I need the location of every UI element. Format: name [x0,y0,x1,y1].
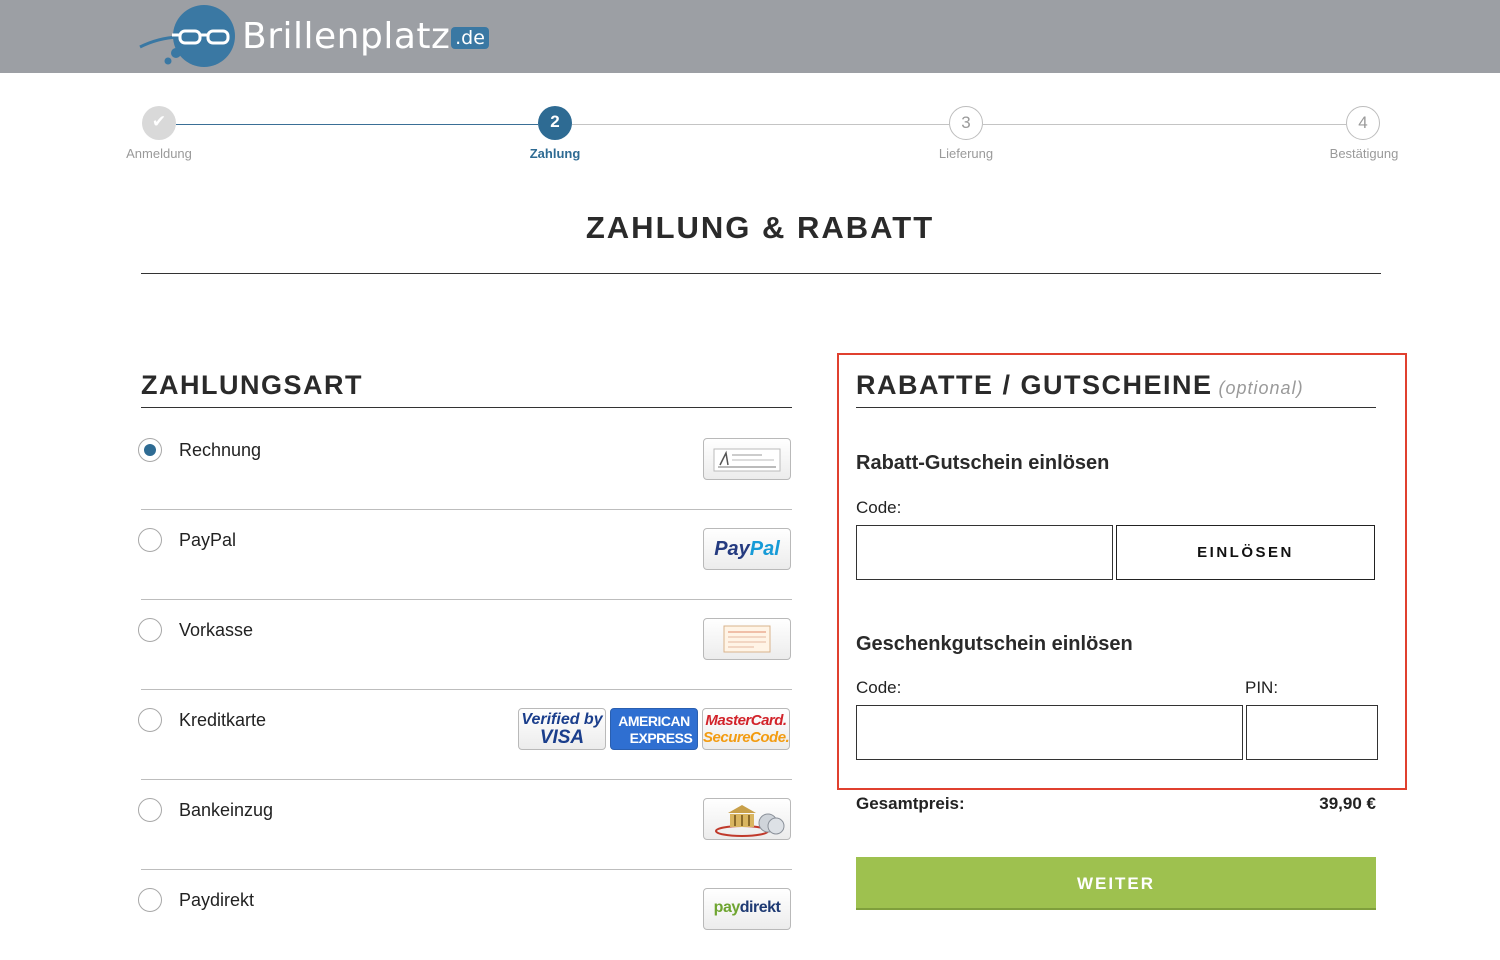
brillenplatz-logo[interactable]: Brillenplatz .de [138,4,498,70]
step-zahlung-number: 2 [538,106,572,140]
payment-label-rechnung[interactable]: Rechnung [179,440,261,461]
paypal-logo-pay: Pay [714,538,750,560]
payment-option-kreditkarte[interactable]: Kreditkarte Verified by VISA AMERICAN EX… [138,690,792,780]
gift-code-input[interactable] [856,705,1243,760]
payment-label-paydirekt[interactable]: Paydirekt [179,890,254,911]
visa-logo-bottom: VISA [539,727,585,748]
logo-tld: .de [451,27,489,49]
paydirekt-logo-direkt: direkt [739,899,781,916]
verified-by-visa-logo: Verified by VISA [518,708,606,750]
title-divider [141,273,1381,274]
bank-icon [703,798,791,840]
page-title: ZAHLUNG & RABATT [585,210,935,245]
radio-rechnung[interactable] [138,438,162,462]
discount-code-label: Code: [856,498,902,517]
step-anmeldung-check-icon[interactable]: ✔ [142,106,176,140]
gift-voucher-heading: Geschenkgutschein einlösen [856,633,1133,655]
transfer-form-icon [703,618,791,660]
payment-option-vorkasse[interactable]: Vorkasse [138,600,792,690]
step-label-lieferung: Lieferung [938,146,994,161]
optional-hint: (optional) [1218,378,1304,398]
radio-paydirekt[interactable] [138,888,162,912]
radio-vorkasse[interactable] [138,618,162,642]
glasses-logo-icon [139,5,235,67]
step-label-bestaetigung: Bestätigung [1329,146,1399,161]
visa-logo-top: Verified by [521,711,603,728]
radio-bankeinzug[interactable] [138,798,162,822]
gift-pin-label: PIN: [1245,678,1279,697]
radio-paypal[interactable] [138,528,162,552]
step-connector-2 [572,124,949,125]
total-price-label: Gesamtpreis: [856,794,965,813]
step-bestaetigung-number: 4 [1346,106,1380,140]
paydirekt-logo-pay: pay [713,899,741,916]
discount-code-input[interactable] [856,525,1113,580]
payment-option-paydirekt[interactable]: Paydirekt paydirekt [138,870,792,960]
payment-label-paypal[interactable]: PayPal [179,530,236,551]
paypal-logo: PayPal [703,528,791,570]
mastercard-logo-bottom: SecureCode. [703,729,790,746]
step-connector-1 [176,124,538,125]
step-lieferung-number: 3 [949,106,983,140]
redeem-button[interactable]: EINLÖSEN [1116,525,1375,580]
gift-pin-input[interactable] [1246,705,1378,760]
payment-label-vorkasse[interactable]: Vorkasse [179,620,253,641]
payment-section-divider [141,407,792,408]
paypal-logo-pal: Pal [749,538,780,560]
mastercard-securecode-logo: MasterCard. SecureCode. [702,708,790,750]
logo-text: Brillenplatz [242,16,451,57]
voucher-section-title: RABATTE / GUTSCHEINE (optional) [856,370,1304,401]
step-label-anmeldung[interactable]: Anmeldung [89,146,229,161]
payment-label-bankeinzug[interactable]: Bankeinzug [179,800,273,821]
top-bar: Brillenplatz .de [0,0,1500,73]
paydirekt-logo: paydirekt [703,888,791,930]
radio-kreditkarte[interactable] [138,708,162,732]
mastercard-logo-top: MasterCard. [705,712,787,729]
step-label-zahlung: Zahlung [529,146,581,161]
gift-code-label: Code: [856,678,902,697]
american-express-logo: AMERICAN EXPRESS [610,708,698,750]
continue-button[interactable]: WEITER [856,857,1376,910]
payment-section-title: ZAHLUNGSART [141,370,363,400]
payment-label-kreditkarte[interactable]: Kreditkarte [179,710,266,731]
discount-voucher-heading: Rabatt-Gutschein einlösen [856,452,1110,474]
voucher-title-text: RABATTE / GUTSCHEINE [856,370,1213,400]
step-connector-3 [983,124,1346,125]
amex-logo-bottom: EXPRESS [629,730,693,746]
payment-option-bankeinzug[interactable]: Bankeinzug [138,780,792,870]
payment-option-paypal[interactable]: PayPal PayPal [138,510,792,600]
invoice-icon [703,438,791,480]
amex-logo-top: AMERICAN [618,713,690,729]
payment-option-rechnung[interactable]: Rechnung [138,420,792,510]
total-price-value: 39,90 € [1319,794,1376,813]
voucher-section-divider [856,407,1376,408]
